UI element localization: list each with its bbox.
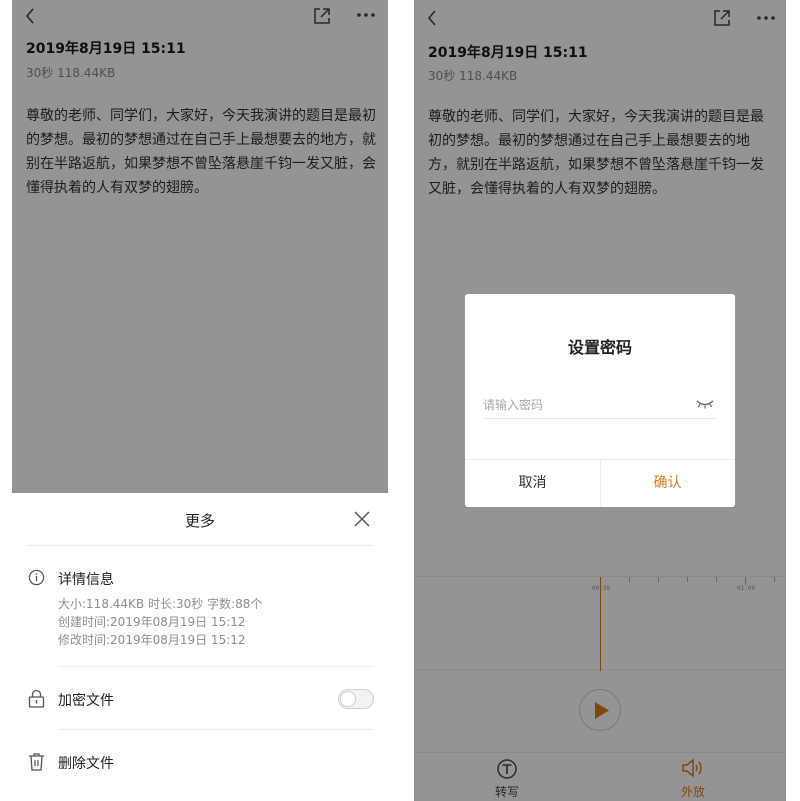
- eye-closed-icon[interactable]: [696, 398, 714, 410]
- divider: [58, 729, 374, 730]
- dim-overlay[interactable]: [12, 0, 388, 493]
- cancel-button[interactable]: 取消: [465, 459, 600, 507]
- close-icon[interactable]: [352, 509, 372, 529]
- details-size-line: 大小:118.44KB 时长:30秒 字数:88个: [58, 597, 263, 611]
- more-sheet: 更多 详情信息 大小:118.44KB 时长:30秒 字数:88个 创建时间:2…: [12, 493, 388, 801]
- encrypt-toggle[interactable]: [338, 689, 374, 709]
- dialog-title: 设置密码: [567, 338, 632, 357]
- divider: [58, 666, 374, 667]
- details-created-line: 创建时间:2019年08月19日 15:12: [58, 615, 246, 629]
- toggle-knob: [340, 691, 356, 707]
- confirm-button[interactable]: 确认: [600, 459, 735, 507]
- delete-label: 删除文件: [58, 756, 114, 772]
- set-password-dialog: 设置密码 取消 确认: [465, 294, 735, 507]
- sheet-title: 更多: [184, 512, 215, 530]
- trash-icon: [29, 753, 44, 771]
- details-label: 详情信息: [58, 572, 114, 588]
- password-input[interactable]: [483, 394, 693, 416]
- right-screen: 2019年8月19日 15:11 30秒 118.44KB 尊敬的老师、同学们，…: [414, 0, 786, 801]
- details-modified-line: 修改时间:2019年08月19日 15:12: [58, 633, 246, 647]
- divider: [26, 545, 374, 546]
- input-underline: [483, 418, 717, 419]
- left-screen: 2019年8月19日 15:11 30秒 118.44KB 尊敬的老师、同学们，…: [12, 0, 388, 801]
- lock-icon: [28, 689, 45, 708]
- encrypt-label: 加密文件: [58, 693, 114, 709]
- info-icon: [28, 569, 45, 586]
